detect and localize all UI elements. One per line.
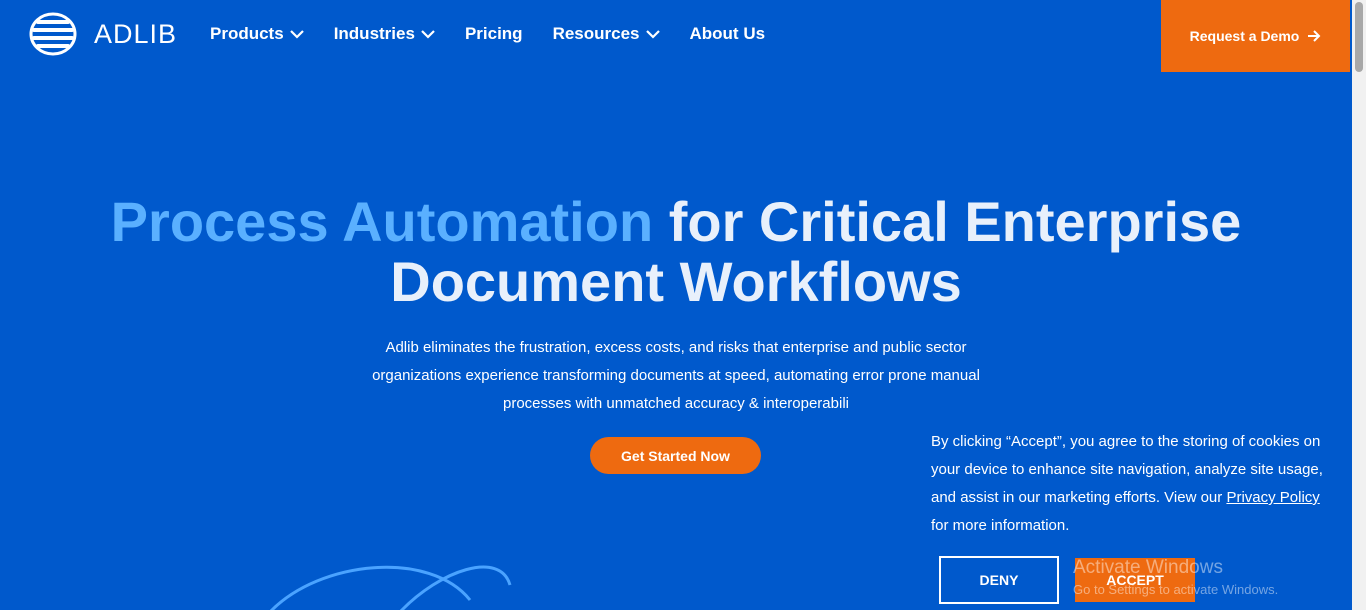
hero-description: Adlib eliminates the frustration, excess… bbox=[372, 339, 980, 412]
privacy-policy-link[interactable]: Privacy Policy bbox=[1226, 489, 1319, 506]
adlib-logo-icon bbox=[29, 12, 77, 56]
nav-item-label: Resources bbox=[552, 24, 640, 43]
nav-item-industries[interactable]: Industries bbox=[334, 24, 435, 44]
page-scrollbar[interactable] bbox=[1352, 0, 1366, 610]
nav-item-pricing[interactable]: Pricing bbox=[465, 24, 523, 44]
brand-name: ADLIB bbox=[94, 18, 178, 49]
main-nav: Products Industries Pricing Resources Ab… bbox=[210, 24, 795, 44]
decorative-swirl-graphic bbox=[269, 565, 512, 610]
get-started-button[interactable]: Get Started Now bbox=[590, 437, 761, 474]
arrow-right-icon bbox=[1308, 30, 1321, 42]
nav-item-products[interactable]: Products bbox=[210, 24, 304, 44]
chevron-down-icon bbox=[289, 29, 304, 39]
get-started-label: Get Started Now bbox=[621, 447, 730, 464]
nav-item-label: Products bbox=[210, 24, 284, 43]
chevron-down-icon bbox=[645, 29, 660, 39]
request-demo-label: Request a Demo bbox=[1189, 28, 1300, 44]
nav-item-resources[interactable]: Resources bbox=[553, 24, 660, 44]
nav-item-label: Pricing bbox=[464, 24, 523, 43]
nav-item-label: Industries bbox=[333, 24, 415, 43]
request-demo-button[interactable]: Request a Demo bbox=[1161, 0, 1350, 72]
deny-label: DENY bbox=[979, 572, 1019, 588]
hero-title-rest: for Critical Enterprise bbox=[668, 190, 1242, 253]
watermark-subtitle: Go to Settings to activate Windows. bbox=[1073, 582, 1279, 597]
cookie-consent-text: By clicking “Accept”, you agree to the s… bbox=[931, 428, 1341, 540]
brand-logo[interactable]: ADLIB bbox=[28, 12, 177, 56]
hero-title: Process Automation for Critical Enterpri… bbox=[0, 192, 1352, 312]
cookie-deny-button[interactable]: DENY bbox=[939, 556, 1059, 604]
watermark-title: Activate Windows bbox=[1073, 557, 1223, 578]
site-header: ADLIB Products Industries Pricing Resour… bbox=[0, 0, 1352, 72]
hero-title-accent: Process Automation bbox=[110, 190, 654, 253]
cookie-text-after: for more information. bbox=[931, 517, 1070, 534]
scrollbar-thumb[interactable] bbox=[1355, 2, 1363, 72]
chevron-down-icon bbox=[421, 29, 435, 39]
nav-item-about-us[interactable]: About Us bbox=[690, 24, 766, 44]
nav-item-label: About Us bbox=[689, 24, 766, 43]
windows-activation-watermark: Activate Windows Go to Settings to activ… bbox=[1073, 556, 1278, 600]
hero-title-line2: Document Workflows bbox=[390, 250, 962, 313]
